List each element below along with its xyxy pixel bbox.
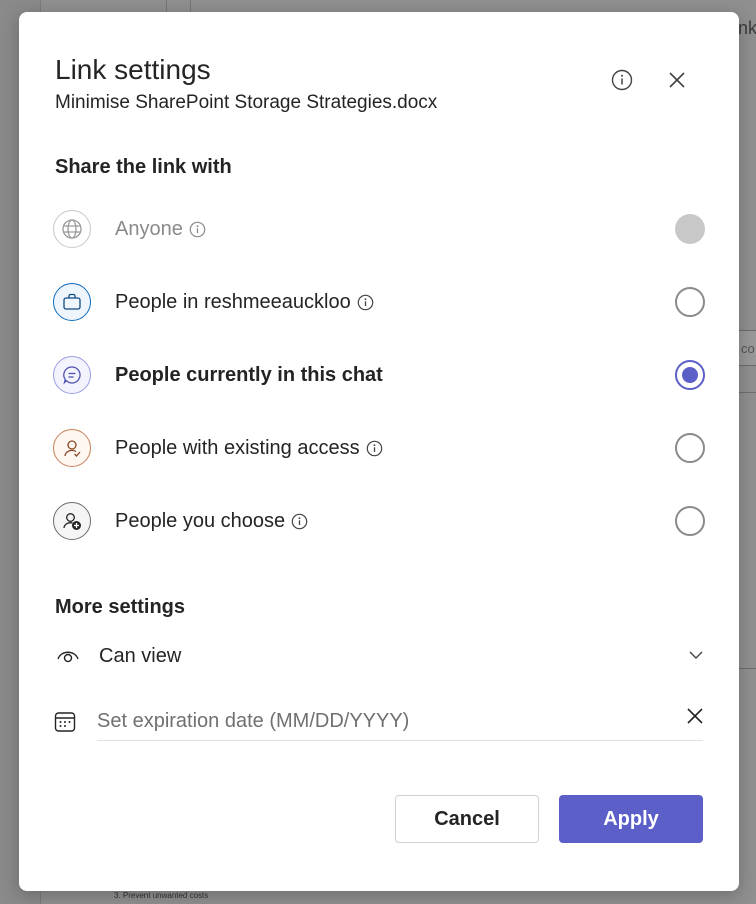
- option-label: People currently in this chat: [115, 363, 383, 386]
- chat-icon: [53, 356, 91, 394]
- radio-existing-access[interactable]: [675, 433, 705, 463]
- background-text: nk: [738, 18, 756, 38]
- info-icon[interactable]: [189, 221, 206, 238]
- share-option-existing-access[interactable]: People with existing access: [53, 428, 705, 468]
- share-option-chat[interactable]: People currently in this chat: [53, 355, 705, 395]
- permission-dropdown[interactable]: Can view: [53, 640, 705, 672]
- permission-label: Can view: [99, 644, 182, 667]
- expiration-date-input[interactable]: [97, 702, 703, 741]
- background-divider: [738, 668, 756, 669]
- chevron-down-icon: [687, 646, 705, 669]
- link-settings-dialog: Link settings Minimise SharePoint Storag…: [19, 12, 739, 891]
- background-text: 3. Prevent unwanted costs: [114, 891, 209, 900]
- more-settings-heading: More settings: [55, 596, 186, 618]
- info-icon[interactable]: [357, 294, 374, 311]
- info-button[interactable]: [610, 68, 634, 92]
- dialog-subtitle: Minimise SharePoint Storage Strategies.d…: [55, 92, 438, 113]
- info-icon[interactable]: [291, 513, 308, 530]
- close-button[interactable]: [665, 68, 689, 92]
- option-label: Anyone: [115, 217, 183, 240]
- share-option-anyone: Anyone: [53, 209, 705, 249]
- briefcase-icon: [53, 283, 91, 321]
- share-option-organization[interactable]: People in reshmeeauckloo: [53, 282, 705, 322]
- background-tab: co: [738, 330, 756, 366]
- dialog-title: Link settings: [55, 54, 211, 85]
- person-add-icon: [53, 502, 91, 540]
- close-icon: [669, 72, 685, 88]
- expiration-row: [53, 702, 705, 742]
- option-label: People with existing access: [115, 436, 360, 459]
- radio-chat[interactable]: [675, 360, 705, 390]
- eye-icon: [53, 647, 83, 665]
- radio-specific-people[interactable]: [675, 506, 705, 536]
- close-icon: [687, 708, 703, 724]
- option-label: People in reshmeeauckloo: [115, 290, 351, 313]
- info-icon: [611, 69, 633, 91]
- clear-date-button[interactable]: [685, 706, 705, 726]
- radio-anyone: [675, 214, 705, 244]
- option-label: People you choose: [115, 509, 286, 532]
- apply-button[interactable]: Apply: [559, 795, 703, 843]
- info-icon[interactable]: [366, 440, 383, 457]
- calendar-icon: [53, 710, 77, 734]
- radio-organization[interactable]: [675, 287, 705, 317]
- person-access-icon: [53, 429, 91, 467]
- share-option-specific-people[interactable]: People you choose: [53, 501, 705, 541]
- background-divider: [738, 392, 756, 393]
- globe-icon: [53, 210, 91, 248]
- cancel-button[interactable]: Cancel: [395, 795, 539, 843]
- share-heading: Share the link with: [55, 156, 232, 178]
